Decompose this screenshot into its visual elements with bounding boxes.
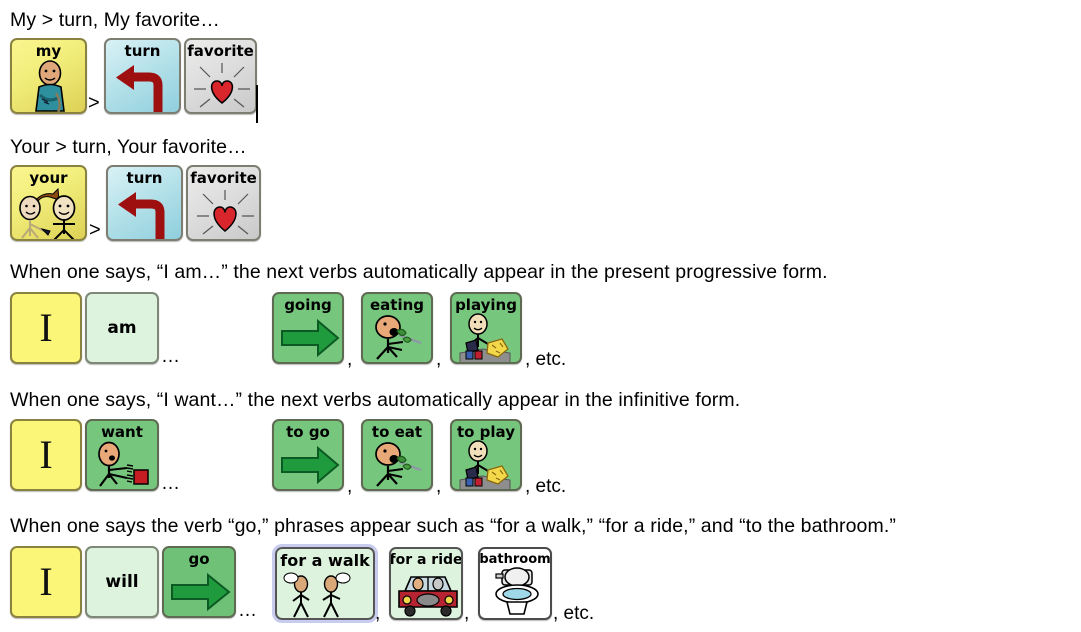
symbol-card-label: will [105,572,139,592]
symbol-card-i-1[interactable]: I [10,292,82,364]
symbol-card-go[interactable]: go [162,546,236,618]
right-arrow-icon [274,313,342,362]
right-arrow-icon [274,440,342,489]
comma-row3-1: , [347,349,353,370]
toilet-icon [480,566,550,618]
person-pointing-other-icon [12,186,85,239]
symbol-card-your[interactable]: your [10,165,87,241]
ellipsis-row3: … [161,346,180,367]
symbol-card-going[interactable]: going [272,292,344,364]
symbol-card-my[interactable]: my [10,38,87,114]
symbol-card-label: turn [126,169,163,187]
person-pointing-self-icon [12,59,85,112]
symbol-card-label: go [188,550,210,568]
two-people-walking-talking-icon [277,569,373,618]
caption-your-turn: Your > turn, Your favorite… [10,136,247,158]
symbol-card-label: my [35,42,62,60]
person-playing-icon [452,313,520,362]
symbol-card-label: turn [124,42,161,60]
symbol-card-am[interactable]: am [85,292,159,364]
symbol-card-label: am [107,318,137,338]
caption-i-will-go: When one says the verb “go,” phrases app… [10,515,896,537]
symbol-card-turn-1[interactable]: turn [104,38,181,114]
symbol-card-turn-2[interactable]: turn [106,165,183,241]
text-cursor [256,85,258,123]
symbol-card-label: favorite [187,42,254,60]
symbol-card-label: for a walk [280,551,370,570]
comma-row3-2: , [436,349,442,370]
person-playing-icon [452,440,520,489]
symbol-card-label: going [284,296,332,314]
symbol-card-label: playing [455,296,517,314]
caption-my-turn: My > turn, My favorite… [10,9,220,31]
symbol-card-label: to go [286,423,330,441]
symbol-card-i-2[interactable]: I [10,419,82,491]
etc-row4: , etc. [525,476,567,497]
symbol-card-eating[interactable]: eating [361,292,433,364]
symbol-card-to-eat[interactable]: to eat [361,419,433,491]
symbol-card-for-a-walk[interactable]: for a walk [272,544,378,623]
symbol-card-label: want [101,423,143,441]
letter-i-icon: I [39,559,53,604]
letter-i-icon: I [39,305,53,350]
symbol-card-label: your [29,169,68,187]
symbol-card-for-a-ride[interactable]: for a ride [389,547,463,620]
comma-row4-1: , [347,476,353,497]
separator-gt-row1: > [88,92,100,114]
symbol-card-label: to play [456,423,515,441]
caption-i-want: When one says, “I want…” the next verbs … [10,389,741,411]
right-arrow-icon [164,567,234,616]
car-with-people-icon [391,567,461,618]
shining-heart-icon [188,186,259,239]
symbol-card-playing[interactable]: playing [450,292,522,364]
symbol-card-favorite-2[interactable]: favorite [186,165,261,241]
person-wanting-icon [87,440,157,489]
symbol-card-will[interactable]: will [85,546,159,618]
symbol-card-label: eating [369,296,425,314]
person-eating-icon [363,440,431,489]
comma-row4-2: , [436,476,442,497]
symbol-card-to-go[interactable]: to go [272,419,344,491]
comma-row5-1: , [375,603,381,624]
etc-row3: , etc. [525,349,567,370]
symbol-card-label: favorite [190,169,257,187]
ellipsis-row5: … [238,600,257,621]
separator-gt-row2: > [89,219,101,241]
symbol-card-i-3[interactable]: I [10,546,82,618]
comma-row5-2: , [464,603,470,624]
left-turn-arrow-icon [108,186,181,239]
etc-row5: , etc. [553,603,595,624]
symbol-card-bathroom[interactable]: bathroom [478,547,552,620]
symbol-card-label: to eat [371,423,423,441]
caption-i-am: When one says, “I am…” the next verbs au… [10,261,828,283]
shining-heart-icon [186,59,255,112]
person-eating-icon [363,313,431,362]
ellipsis-row4: … [161,473,180,494]
symbol-card-label: for a ride [389,552,463,568]
letter-i-icon: I [39,432,53,477]
symbol-card-to-play[interactable]: to play [450,419,522,491]
symbol-card-favorite-1[interactable]: favorite [184,38,257,114]
symbol-card-label: bathroom [479,552,551,567]
symbol-card-want[interactable]: want [85,419,159,491]
left-turn-arrow-icon [106,59,179,112]
